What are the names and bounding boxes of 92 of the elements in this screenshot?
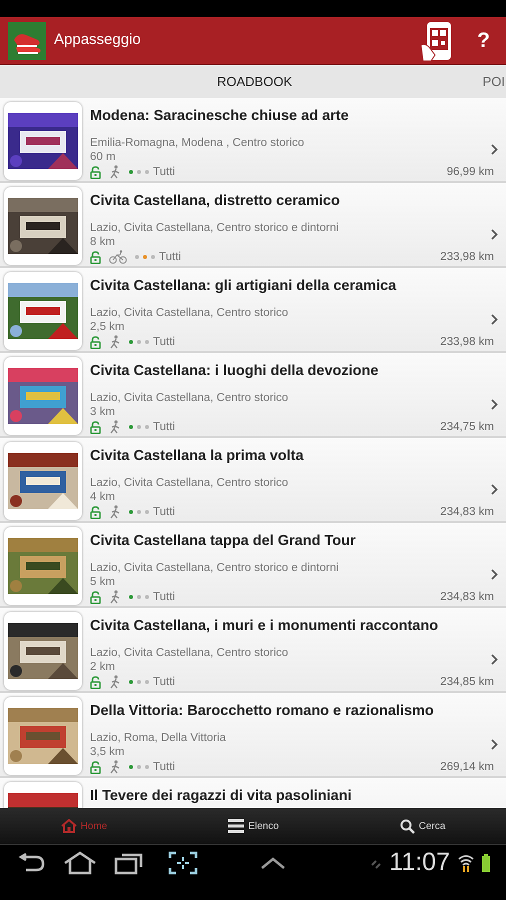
audience-label: Tutti [159, 250, 181, 265]
unlocked-padlock-icon [90, 676, 101, 689]
chevron-right-icon[interactable] [491, 399, 498, 410]
home-icon [60, 819, 76, 833]
chevron-right-icon[interactable] [491, 569, 498, 580]
route-distance: 234,85 km [440, 674, 494, 690]
route-length: 3 km [90, 404, 115, 419]
chevron-right-icon[interactable] [491, 144, 498, 156]
audience-label: Tutti [153, 504, 175, 520]
chevron-right-icon[interactable] [491, 229, 498, 240]
route-distance: 233,98 km [440, 334, 494, 350]
route-title: Civita Castellana, distretto ceramico [90, 192, 340, 211]
chevron-right-icon[interactable] [491, 739, 498, 750]
route-row[interactable]: Civita Castellana: gli artigiani della ceramica Lazio, Civita Castellana, Centro storico 2,5 km Tutti 233,98 km [0, 268, 506, 353]
chevron-right-icon[interactable] [491, 484, 498, 496]
route-title: Modena: Saracinesche chiuse ad arte [90, 107, 349, 126]
home-icon[interactable] [62, 850, 98, 874]
route-distance: 234,75 km [440, 420, 494, 435]
menu-icon [228, 819, 244, 833]
audience-label: Tutti [153, 334, 175, 350]
audience-label: Tutti [153, 164, 175, 180]
audience-label: Tutti [153, 760, 175, 775]
audience-label: Tutti [153, 590, 175, 605]
route-distance: 234,83 km [440, 590, 494, 605]
route-location: Lazio, Civita Castellana, Centro storico [90, 306, 288, 320]
qr-phone-icon[interactable] [421, 20, 454, 60]
walker-icon [109, 505, 121, 520]
walker-icon [109, 760, 121, 774]
route-location: Lazio, Civita Castellana, Centro storico [90, 390, 288, 405]
unlocked-padlock-icon [90, 166, 101, 179]
tab[interactable]: ROADBOOK [217, 72, 292, 92]
route-row[interactable]: Civita Castellana, i muri e i monumenti raccontano Lazio, Civita Castellana, Centro storico 2 km Tutti 234,85 km [0, 608, 506, 693]
route-row[interactable]: Della Vittoria: Barocchetto romano e razionalismo Lazio, Roma, Della Vittoria 3,5 km Tutti 269,14 km [0, 693, 506, 778]
route-length: 8 km [90, 234, 115, 249]
route-location: Emilia-Romagna, Modena , Centro storico [90, 136, 304, 150]
route-location: Lazio, Civita Castellana, Centro storico e dintorni [90, 220, 339, 235]
route-location: Lazio, Civita Castellana, Centro storico e dintorni [90, 560, 339, 575]
unlocked-padlock-icon [90, 420, 101, 434]
wifi-icon [458, 854, 474, 872]
walker-icon [109, 335, 121, 350]
route-title: Della Vittoria: Barocchetto romano e razionalismo [90, 702, 434, 721]
back-icon[interactable] [16, 852, 46, 872]
unlocked-padlock-icon [90, 336, 101, 349]
walker-icon [109, 590, 121, 604]
route-length: 2 km [90, 660, 115, 674]
unlocked-padlock-icon [90, 590, 101, 604]
route-row[interactable]: Civita Castellana tappa del Grand Tour Lazio, Civita Castellana, Centro storico e dintorni 5 km Tutti 234,83 km [0, 523, 506, 608]
route-title: Civita Castellana: gli artigiani della ceramica [90, 277, 396, 296]
screenshot-icon[interactable] [168, 850, 198, 874]
route-length: 5 km [90, 574, 115, 589]
route-title: Il Tevere dei ragazzi di vita pasoliniani [90, 787, 352, 806]
route-row[interactable]: Modena: Saracinesche chiuse ad arte Emilia-Romagna, Modena , Centro storico 60 m Tutti 96,99 km [0, 98, 506, 183]
battery-icon [482, 854, 490, 872]
route-distance: 96,99 km [446, 164, 494, 180]
route-distance: 233,98 km [440, 250, 494, 265]
route-distance: 234,83 km [440, 504, 494, 520]
route-distance: 269,14 km [440, 760, 494, 775]
search-icon [400, 818, 415, 834]
walker-icon [109, 675, 121, 690]
route-length: 2,5 km [90, 320, 125, 334]
walker-icon [109, 165, 121, 180]
route-length: 4 km [90, 490, 115, 504]
route-location: Lazio, Roma, Della Vittoria [90, 730, 226, 745]
chevron-up-icon[interactable] [260, 856, 286, 870]
route-location: Lazio, Civita Castellana, Centro storico [90, 476, 288, 490]
route-title: Civita Castellana: i luoghi della devozione [90, 362, 378, 381]
tab[interactable]: POI [482, 72, 505, 92]
help-button[interactable]: ? [477, 24, 490, 56]
route-length: 3,5 km [90, 744, 125, 759]
route-row[interactable]: Il Tevere dei ragazzi di vita pasoliniani [0, 778, 506, 808]
route-title: Civita Castellana la prima volta [90, 447, 304, 466]
walker-icon [109, 420, 121, 434]
route-row[interactable]: Civita Castellana, distretto ceramico Lazio, Civita Castellana, Centro storico e dintorni 8 km Tutti 233,98 km [0, 183, 506, 268]
clock: 11:07 [389, 846, 450, 878]
route-row[interactable]: Civita Castellana la prima volta Lazio, Civita Castellana, Centro storico 4 km Tutti 234,83 km [0, 438, 506, 523]
unlocked-padlock-icon [90, 506, 101, 519]
app-logo [8, 22, 46, 60]
route-title: Civita Castellana, i muri e i monumenti raccontano [90, 617, 438, 636]
route-title: Civita Castellana tappa del Grand Tour [90, 532, 356, 551]
app-title: Appasseggio [54, 30, 141, 50]
bicycle-icon [109, 250, 127, 264]
unlocked-padlock-icon [90, 760, 101, 774]
route-length: 60 m [90, 150, 116, 164]
audience-label: Tutti [153, 674, 175, 690]
unlocked-padlock-icon [90, 250, 101, 264]
chevron-right-icon[interactable] [491, 314, 498, 326]
chevron-right-icon[interactable] [491, 654, 498, 666]
nav-tab[interactable]: Elenco [222, 818, 285, 834]
audience-label: Tutti [153, 420, 175, 435]
route-location: Lazio, Civita Castellana, Centro storico [90, 646, 288, 660]
nav-tab[interactable]: Cerca [394, 818, 452, 834]
route-row[interactable]: Civita Castellana: i luoghi della devozione Lazio, Civita Castellana, Centro storico 3 km Tutti 234,75 km [0, 353, 506, 438]
